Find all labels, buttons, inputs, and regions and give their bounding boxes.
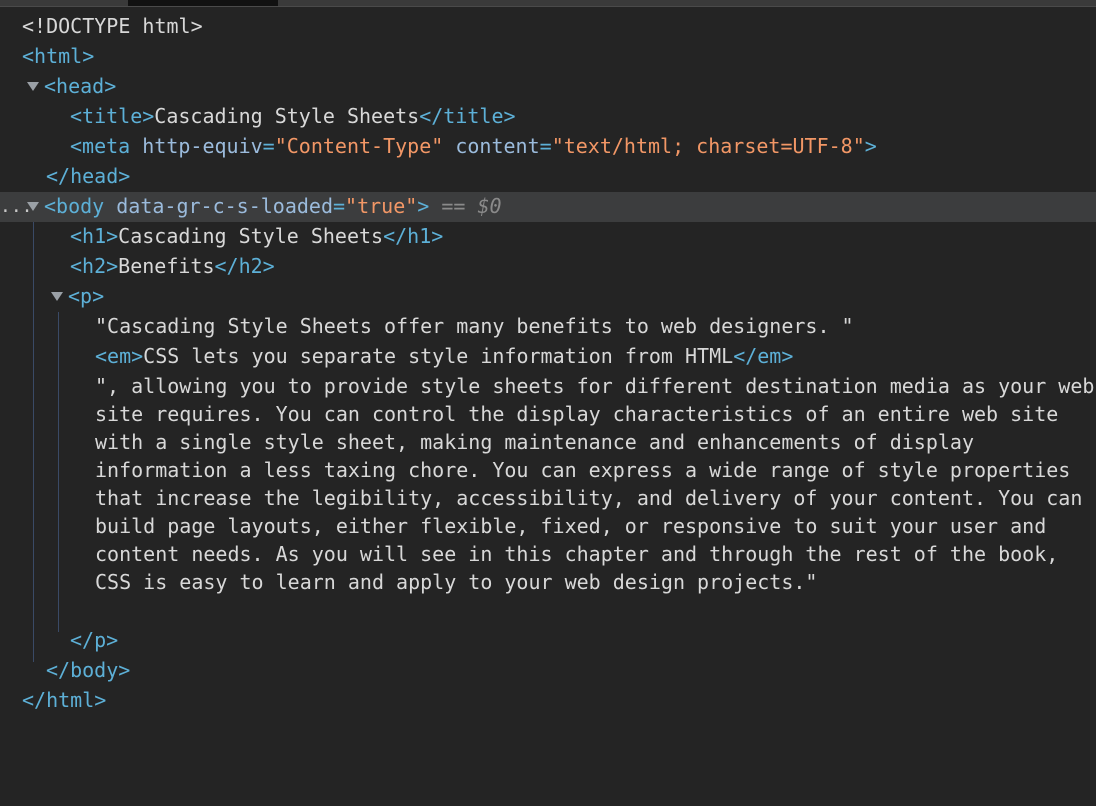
body-open-node[interactable]: <body data-gr-c-s-loaded="true"> == $0 xyxy=(44,191,502,221)
body-eq: = xyxy=(333,194,346,218)
expand-p-triangle-icon[interactable] xyxy=(51,292,63,301)
meta-open-tag: <meta xyxy=(70,134,143,158)
html-close-tag: </html> xyxy=(22,688,107,712)
panel-top-bar xyxy=(0,0,1096,7)
doctype-node[interactable]: <!DOCTYPE html> xyxy=(22,11,203,41)
devtools-elements-panel: <!DOCTYPE html> <html> <head> <title>Cas… xyxy=(0,0,1096,806)
html-open-tag: <html> xyxy=(22,44,95,68)
html-close-node[interactable]: </html> xyxy=(22,685,106,715)
title-open-tag: <title> xyxy=(70,104,155,128)
expand-body-triangle-icon[interactable] xyxy=(27,202,39,211)
em-open-tag: <em> xyxy=(95,344,144,368)
active-tab-indicator[interactable] xyxy=(128,0,278,6)
body-close-tag: </body> xyxy=(46,658,131,682)
meta-attr-http-equiv: http-equiv xyxy=(142,134,263,158)
body-close-node[interactable]: </body> xyxy=(46,655,130,685)
p-text-node-2[interactable]: ", allowing you to provide style sheets … xyxy=(95,372,1096,596)
head-open-node[interactable]: <head> xyxy=(44,71,116,101)
h2-node[interactable]: <h2>Benefits</h2> xyxy=(70,251,275,281)
h1-open-tag: <h1> xyxy=(70,224,119,248)
h1-close-tag: </h1> xyxy=(383,224,444,248)
title-node[interactable]: <title>Cascading Style Sheets</title> xyxy=(70,101,516,131)
title-close-tag: </title> xyxy=(419,104,516,128)
meta-val-content-type: "Content-Type" xyxy=(274,134,444,158)
selected-marker: == xyxy=(441,194,478,218)
tree-guide-body xyxy=(33,222,34,662)
meta-eq-2: = xyxy=(539,134,552,158)
meta-attr-content: content xyxy=(455,134,540,158)
h1-node[interactable]: <h1>Cascading Style Sheets</h1> xyxy=(70,221,443,251)
body-end: > xyxy=(417,194,430,218)
body-attr: data-gr-c-s-loaded xyxy=(116,194,333,218)
h2-open-tag: <h2> xyxy=(70,254,119,278)
head-close-tag: </head> xyxy=(46,164,131,188)
p-open-tag: <p> xyxy=(68,284,105,308)
p-open-node[interactable]: <p> xyxy=(68,281,104,311)
h1-text: Cascading Style Sheets xyxy=(118,224,384,248)
head-close-node[interactable]: </head> xyxy=(46,161,130,191)
selected-var: $0 xyxy=(477,194,502,218)
head-open-tag: <head> xyxy=(44,74,117,98)
meta-eq-1: = xyxy=(262,134,275,158)
meta-val-charset: "text/html; charset=UTF-8" xyxy=(551,134,865,158)
em-node[interactable]: <em>CSS lets you separate style informat… xyxy=(95,341,793,371)
h2-close-tag: </h2> xyxy=(214,254,275,278)
expand-head-triangle-icon[interactable] xyxy=(27,82,39,91)
body-open-tag: <body xyxy=(44,194,117,218)
body-attr-value: "true" xyxy=(345,194,418,218)
p-close-node[interactable]: </p> xyxy=(70,625,118,655)
title-text: Cascading Style Sheets xyxy=(154,104,420,128)
em-close-tag: </em> xyxy=(733,344,794,368)
h2-text: Benefits xyxy=(118,254,215,278)
html-open-node[interactable]: <html> xyxy=(22,41,94,71)
tree-guide-p xyxy=(58,312,59,632)
em-text: CSS lets you separate style information … xyxy=(143,344,734,368)
meta-end: > xyxy=(864,134,877,158)
meta-node[interactable]: <meta http-equiv="Content-Type" content=… xyxy=(70,131,877,161)
p-close-tag: </p> xyxy=(70,628,119,652)
p-text-node-1[interactable]: "Cascading Style Sheets offer many benef… xyxy=(95,311,854,341)
